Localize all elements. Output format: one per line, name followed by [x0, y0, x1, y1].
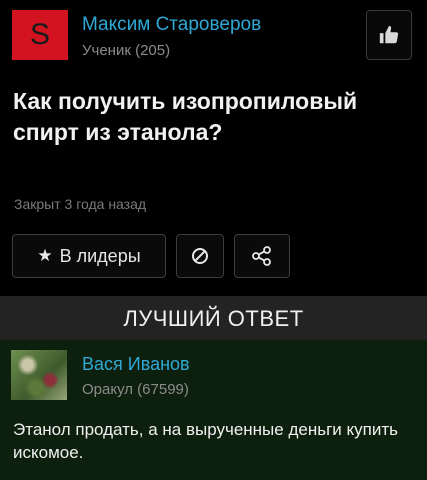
author-rank: Ученик (205) — [82, 42, 171, 59]
author-name-link[interactable]: Максим Староверов — [82, 14, 261, 36]
block-icon — [192, 248, 208, 264]
block-button[interactable] — [176, 234, 224, 278]
star-icon: ★ — [37, 246, 53, 265]
to-leaders-button[interactable]: ★ В лидеры — [12, 234, 166, 278]
best-answer-header: ЛУЧШИЙ ОТВЕТ — [0, 296, 427, 340]
share-button[interactable] — [234, 234, 290, 278]
question-status: Закрыт 3 года назад — [14, 196, 147, 212]
best-answer: Вася Иванов Оракул (67599) Этанол продат… — [0, 340, 427, 480]
share-icon — [252, 246, 271, 266]
thumbs-up-icon — [379, 25, 399, 44]
author-avatar[interactable]: S — [12, 10, 68, 60]
question-page: S Максим Староверов Ученик (205) Как пол… — [0, 0, 427, 480]
answerer-avatar[interactable] — [11, 350, 67, 400]
to-leaders-label: В лидеры — [59, 245, 141, 266]
like-button[interactable] — [366, 10, 412, 60]
question-title: Как получить изопропиловый спирт из этан… — [13, 88, 358, 145]
question-author: S Максим Староверов Ученик (205) — [12, 10, 412, 60]
answer-text: Этанол продать, а на вырученные деньги к… — [13, 420, 398, 462]
answerer-rank: Оракул (67599) — [82, 381, 189, 398]
answerer-name-link[interactable]: Вася Иванов — [82, 354, 190, 375]
